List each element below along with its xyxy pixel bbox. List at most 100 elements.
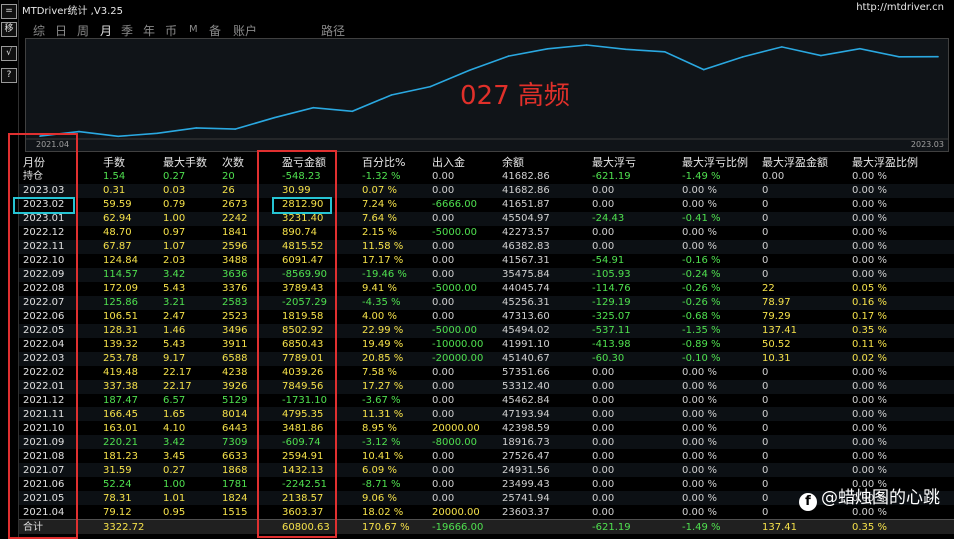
table-row[interactable]: 2021.10 163.01 4.10 6443 3481.86 8.95 % 20000.… [19,421,954,435]
table-cell: 20.85 % [358,351,428,366]
table-row[interactable]: 2021.11 166.45 1.65 8014 4795.35 11.31 % 0.00 4… [19,407,954,422]
tab-m[interactable]: M [189,24,198,35]
table-cell: 46382.83 [498,239,588,254]
tab-month[interactable]: 月 [100,22,112,39]
table-cell: 4.10 [163,422,186,434]
column-header[interactable]: 出入金 [428,154,498,170]
website-url[interactable]: http://mtdriver.cn [856,2,944,13]
table-cell: 24931.56 [498,463,588,478]
column-header[interactable]: 最大浮亏比例 [678,154,758,170]
menu-button[interactable]: = [1,4,17,19]
table-cell: -0.10 % [678,351,758,366]
table-cell: 5.43 [163,283,186,295]
table-row[interactable]: 2023.03 0.31 0.03 26 30.99 0.07 % 0.00 41682.86… [19,183,954,198]
table-cell: 0.00 % [852,199,887,211]
tab-day[interactable]: 日 [55,22,67,39]
table-cell: 124.84 [103,255,138,267]
table-cell: 0.00 % [848,183,954,198]
table-cell: 0.00 % [678,435,758,450]
table-cell: 20000.00 [432,422,480,434]
table-cell: 22.17 [159,379,218,394]
tab-year[interactable]: 年 [143,22,155,39]
tab-notes[interactable]: 备 [209,22,221,39]
table-cell: 41651.87 [502,199,550,211]
column-header[interactable]: 最大浮盈比例 [848,154,954,170]
table-cell: 10.31 [758,351,848,366]
table-row[interactable]: 2022.12 48.70 0.97 1841 890.74 2.15 % -5000.00… [19,226,954,240]
table-row[interactable]: 2021.12 187.47 6.57 5129 -1731.10 -3.67 % 0.00… [19,394,954,408]
table-cell: 0.00 % [852,255,887,267]
table-cell: -5000.00 [428,323,498,338]
table-cell: 0.00 [428,211,498,226]
table-row[interactable]: 2022.02 419.48 22.17 4238 4039.26 7.58 % 0.00 5… [19,366,954,380]
help-button[interactable]: ? [1,68,17,83]
column-header[interactable]: 余额 [498,154,588,170]
column-header[interactable]: 手数 [99,154,159,170]
balance-point [546,48,549,50]
check-button[interactable]: √ [1,46,17,61]
tab-currency[interactable]: 币 [165,22,177,39]
column-header[interactable]: 最大浮亏 [588,154,678,170]
table-cell: 0.35 % [848,323,954,338]
table-row[interactable]: 2022.11 67.87 1.07 2596 4815.52 11.58 % 0.00 46… [19,239,954,254]
table-cell: -0.16 % [682,255,721,267]
table-cell: 0.00 % [848,407,954,422]
table-row[interactable]: 2023.01 62.94 1.00 2242 3231.40 7.64 % 0.00 455… [19,211,954,226]
table-row[interactable]: 2022.05 128.31 1.46 3496 8502.92 22.99 % -5000… [19,323,954,338]
table-row[interactable]: 2021.08 181.23 3.45 6633 2594.91 10.41 % 0.00 2… [19,449,954,463]
table-row[interactable]: 2023.02 59.59 0.79 2673 2812.90 7.24 % -6666.0… [19,198,954,212]
table-cell: 0 [758,267,848,282]
table-cell: 253.78 [99,351,159,366]
table-row[interactable]: 2022.09 114.57 3.42 3636 -8569.90 -19.46 % 0.0… [19,267,954,282]
table-cell: 20000.00 [432,506,480,518]
table-cell: 0.00 % [678,239,758,254]
table-cell: 45140.67 [498,351,588,366]
table-row[interactable]: 2022.10 124.84 2.03 3488 6091.47 17.17 % 0.00 4… [19,254,954,268]
tab-quarter[interactable]: 季 [121,22,133,39]
table-row[interactable]: 2021.07 31.59 0.27 1868 1432.13 6.09 % 0.00 249… [19,463,954,478]
table-cell: -20000.00 [428,351,498,366]
table-cell: 0.79 [163,199,186,211]
table-row[interactable]: 2022.04 139.32 5.43 3911 6850.43 19.49 % -1000… [19,338,954,352]
table-row[interactable]: 2022.06 106.51 2.47 2523 1819.58 4.00 % 0.00 47… [19,310,954,324]
column-header[interactable]: 最大浮盈金额 [758,154,848,170]
balance-point [78,130,80,133]
table-cell: 41682.86 [502,171,550,183]
table-row[interactable]: 2022.08 172.09 5.43 3376 3789.43 9.41 % -5000.… [19,282,954,296]
table-row[interactable]: 2022.07 125.86 3.21 2583 -2057.29 -4.35 % 0.00… [19,295,954,310]
column-header[interactable]: 百分比% [358,154,428,170]
table-cell: 3.45 [163,450,186,462]
table-row[interactable]: 2022.01 337.38 22.17 3926 7849.56 17.27 % 0.00… [19,379,954,394]
table-cell: 48.70 [103,227,132,239]
table-cell: 0.00 % [682,227,717,239]
table-row[interactable]: 2021.09 220.21 3.42 7309 -609.74 -3.12 % -8000… [19,435,954,450]
balance-point [234,128,236,130]
table-cell: -0.41 % [678,211,758,226]
table-cell: 0.00 [588,407,678,422]
move-button[interactable]: 移 [1,22,17,37]
table-row[interactable]: 2022.03 253.78 9.17 6588 7789.01 20.85 % -2000… [19,351,954,366]
balance-chart: 027 高频 2021.04 2023.03 [25,38,949,152]
table-cell: 0.00 [592,422,615,434]
main-panel: MTDriver统计 ,V3.25 http://mtdriver.cn 综 日… [8,0,954,539]
table-cell: 0 [762,199,769,211]
table-cell: 0.16 % [848,295,954,310]
table-cell: 7.64 % [358,211,428,226]
tab-week[interactable]: 周 [77,22,89,39]
table-row[interactable]: 持仓 1.54 0.27 20 -548.23 -1.32 % 0.00 41682.86 -6… [19,170,954,184]
tab-path[interactable]: 路径 [321,22,345,39]
table-cell: -4.35 % [358,295,428,310]
table-cell: 0.00 [428,463,498,478]
tab-summary[interactable]: 综 [33,22,45,39]
table-cell: 0.95 [163,506,186,518]
table-cell: 0.00 [432,255,455,267]
table-cell: 0.00 % [848,211,954,226]
table-cell: -0.26 % [678,295,758,310]
tab-account[interactable]: 账户 [233,22,257,39]
table-cell: 0.00 [592,450,615,462]
table-cell: 0.11 % [852,339,887,351]
chart-annotation: 027 高频 [460,81,570,111]
table-cell: -0.89 % [682,339,721,351]
column-header[interactable]: 最大手数 [159,154,218,170]
balance-point [468,69,471,72]
